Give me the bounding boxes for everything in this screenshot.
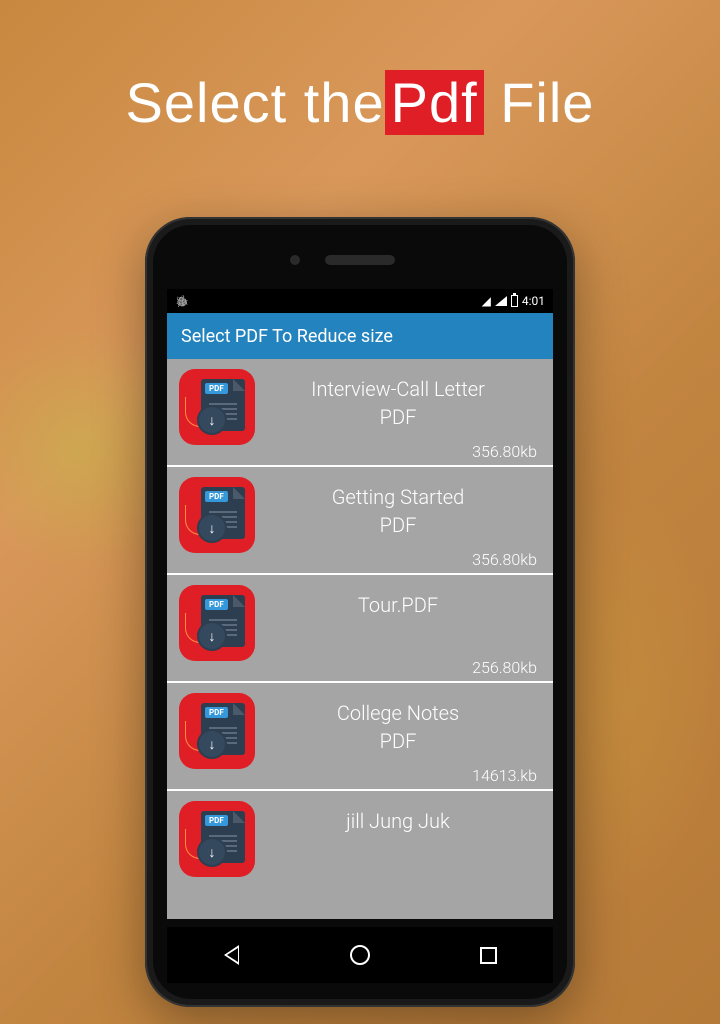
phone-speaker bbox=[325, 255, 395, 265]
network-icon: ◢ bbox=[482, 294, 491, 308]
debug-icon bbox=[175, 294, 187, 308]
pdf-badge: PDF bbox=[205, 599, 228, 610]
file-name: Getting Started bbox=[332, 483, 465, 511]
pdf-file-icon: PDF bbox=[179, 801, 255, 877]
promo-headline: Select thePdf File bbox=[0, 70, 720, 135]
phone-camera bbox=[290, 255, 300, 265]
status-bar: ◢ 4:01 bbox=[167, 289, 553, 313]
file-type: PDF bbox=[380, 729, 417, 753]
pdf-file-icon: PDF bbox=[179, 693, 255, 769]
nav-bar bbox=[167, 927, 553, 983]
file-item[interactable]: PDF jill Jung Juk bbox=[167, 791, 553, 883]
phone-screen: ◢ 4:01 Select PDF To Reduce size PDF bbox=[167, 289, 553, 919]
pdf-file-icon: PDF bbox=[179, 477, 255, 553]
pdf-file-icon: PDF bbox=[179, 369, 255, 445]
home-icon bbox=[350, 945, 370, 965]
compress-icon bbox=[197, 837, 227, 867]
compress-icon bbox=[197, 405, 227, 435]
recent-icon bbox=[480, 947, 497, 964]
nav-recent-button[interactable] bbox=[469, 935, 509, 975]
pdf-badge: PDF bbox=[205, 491, 228, 502]
nav-back-button[interactable] bbox=[211, 935, 251, 975]
headline-part1: Select the bbox=[126, 71, 385, 134]
file-item[interactable]: PDF College Notes PDF 14613.kb bbox=[167, 683, 553, 791]
file-size: 356.80kb bbox=[472, 442, 537, 461]
file-type: PDF bbox=[380, 513, 417, 537]
back-icon bbox=[224, 945, 239, 965]
headline-part2: File bbox=[484, 71, 595, 134]
nav-home-button[interactable] bbox=[340, 935, 380, 975]
file-name: jill Jung Juk bbox=[346, 807, 450, 835]
app-title: Select PDF To Reduce size bbox=[181, 326, 393, 347]
pdf-file-icon: PDF bbox=[179, 585, 255, 661]
file-item[interactable]: PDF Tour.PDF 256.80kb bbox=[167, 575, 553, 683]
battery-icon bbox=[511, 295, 518, 307]
app-bar: Select PDF To Reduce size bbox=[167, 313, 553, 359]
pdf-badge: PDF bbox=[205, 707, 228, 718]
file-item[interactable]: PDF Interview-Call Letter PDF 356.80kb bbox=[167, 359, 553, 467]
signal-icon bbox=[495, 296, 507, 306]
compress-icon bbox=[197, 513, 227, 543]
compress-icon bbox=[197, 729, 227, 759]
file-size: 356.80kb bbox=[472, 550, 537, 569]
file-name: College Notes bbox=[337, 699, 459, 727]
file-item[interactable]: PDF Getting Started PDF 356.80kb bbox=[167, 467, 553, 575]
file-size: 256.80kb bbox=[472, 658, 537, 677]
clock: 4:01 bbox=[522, 294, 545, 308]
pdf-badge: PDF bbox=[205, 815, 228, 826]
file-name: Interview-Call Letter bbox=[311, 375, 485, 403]
file-list[interactable]: PDF Interview-Call Letter PDF 356.80kb P… bbox=[167, 359, 553, 883]
file-size: 14613.kb bbox=[472, 766, 537, 785]
file-type: PDF bbox=[380, 405, 417, 429]
compress-icon bbox=[197, 621, 227, 651]
pdf-badge: PDF bbox=[205, 383, 228, 394]
headline-highlight: Pdf bbox=[385, 70, 484, 135]
file-name: Tour.PDF bbox=[358, 591, 438, 619]
phone-frame: ◢ 4:01 Select PDF To Reduce size PDF bbox=[145, 217, 575, 1007]
